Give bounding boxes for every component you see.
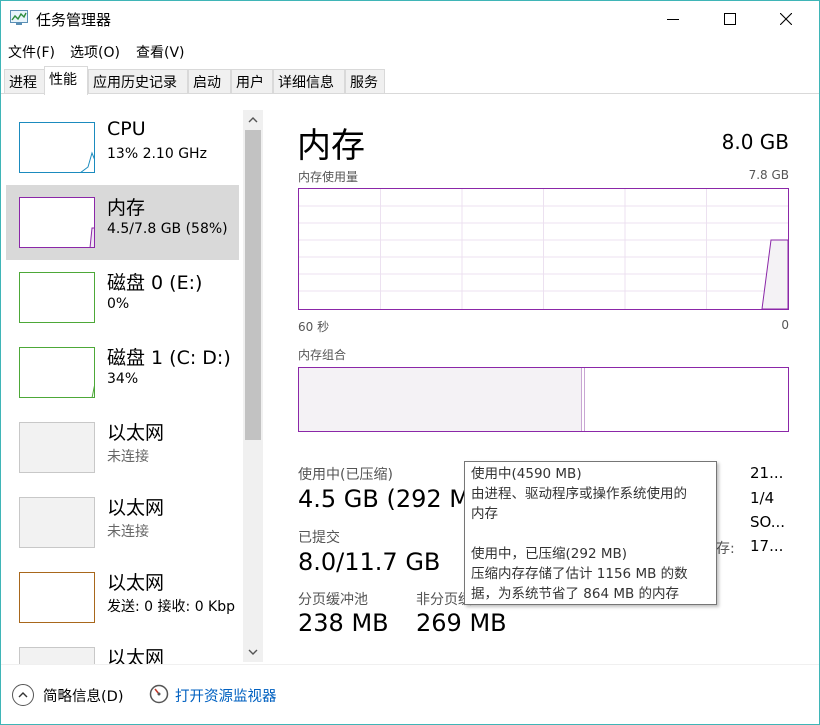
sidebar-item-ethernet-2[interactable]: 以太网 未连接 (6, 485, 239, 560)
bottom-divider (0, 664, 820, 665)
memory-usage-graph (298, 188, 789, 310)
tab-services[interactable]: 服务 (345, 69, 385, 94)
sidebar-item-subtitle: 13% 2.10 GHz (107, 146, 207, 162)
sidebar-item-title: 磁盘 1 (C: D:) (107, 347, 231, 369)
in-use-value: 4.5 GB (292 M (298, 485, 470, 513)
disk1-thumbnail (19, 347, 95, 398)
axis-right-label: 0 (781, 318, 789, 332)
total-memory: 8.0 GB (721, 130, 789, 154)
axis-left-label: 60 秒 (298, 320, 330, 334)
ethernet-thumbnail (19, 647, 95, 664)
speed-value: 21... (750, 464, 784, 482)
tooltip-line: 使用中，已压缩(292 MB) (471, 546, 628, 562)
menu-file[interactable]: 文件(F) (8, 42, 55, 62)
tooltip-line: 压缩内存存储了估计 1156 MB 的数 (471, 566, 688, 582)
ethernet-thumbnail (19, 422, 95, 473)
tab-bar: 进程 性能 应用历史记录 启动 用户 详细信息 服务 (0, 64, 820, 95)
committed-label: 已提交 (298, 530, 340, 546)
sidebar-item-title: CPU (107, 118, 146, 140)
maximize-button[interactable] (707, 0, 753, 38)
sidebar-item-title: 以太网 (107, 422, 165, 444)
title-bar: 任务管理器 (0, 0, 820, 38)
menu-view[interactable]: 查看(V) (136, 42, 185, 62)
menu-bar: 文件(F) 选项(O) 查看(V) (0, 38, 820, 64)
sidebar-item-title: 以太网 (107, 497, 165, 519)
memory-tooltip: 使用中(4590 MB) 由进程、驱动程序或操作系统使用的 内存 使用中，已压缩… (464, 461, 717, 605)
committed-value: 8.0/11.7 GB (298, 548, 441, 576)
open-resource-monitor-link[interactable]: 打开资源监视器 (175, 685, 277, 706)
compose-label: 内存组合 (298, 348, 347, 362)
tab-app-history[interactable]: 应用历史记录 (88, 69, 188, 94)
memory-thumbnail (19, 197, 95, 248)
reserved-label: 存: (716, 541, 735, 557)
sidebar-item-title: 内存 (107, 197, 146, 219)
nonpaged-pool-value: 269 MB (416, 609, 507, 637)
sidebar-item-ethernet-3[interactable]: 以太网 发送: 0 接收: 0 Kbp (6, 560, 239, 635)
chevron-up-icon[interactable] (12, 684, 34, 706)
form-factor-value: SO... (750, 513, 786, 531)
sidebar-item-title: 以太网 (107, 572, 165, 594)
close-button[interactable] (763, 0, 809, 38)
sidebar-item-subtitle: 34% (107, 371, 139, 387)
sidebar-item-ethernet-1[interactable]: 以太网 未连接 (6, 410, 239, 485)
tab-startup[interactable]: 启动 (188, 69, 231, 94)
bottom-bar: 简略信息(D) 打开资源监视器 (0, 664, 820, 725)
tooltip-line: 由进程、驱动程序或操作系统使用的 (471, 486, 687, 502)
tab-details[interactable]: 详细信息 (273, 69, 345, 94)
reserved-value: 17... (750, 537, 784, 555)
tooltip-line: 使用中(4590 MB) (471, 466, 582, 482)
resource-monitor-icon[interactable] (149, 684, 169, 704)
slots-value: 1/4 (750, 489, 775, 507)
minimize-button[interactable] (650, 0, 696, 38)
tooltip-line (471, 524, 716, 544)
ethernet-thumbnail (19, 572, 95, 623)
sidebar-item-ethernet-4[interactable]: 以太网 (6, 635, 239, 664)
sidebar-scrollbar[interactable] (243, 110, 263, 662)
tooltip-line: 内存 (471, 506, 498, 522)
page-title: 内存 (297, 126, 365, 166)
ethernet-thumbnail (19, 497, 95, 548)
sidebar-item-disk-0[interactable]: 磁盘 0 (E:) 0% (6, 260, 239, 335)
resource-sidebar: CPU 13% 2.10 GHz 内存 4.5/7.8 GB (58%) 磁盘 … (0, 94, 268, 664)
cpu-thumbnail (19, 122, 95, 173)
sidebar-item-cpu[interactable]: CPU 13% 2.10 GHz (6, 110, 239, 185)
sidebar-item-title: 以太网 (107, 647, 165, 664)
in-use-label: 使用中(已压缩) (298, 467, 393, 483)
task-manager-icon (10, 10, 28, 25)
minimize-icon (667, 19, 679, 20)
maximize-icon (724, 13, 736, 25)
sidebar-item-memory[interactable]: 内存 4.5/7.8 GB (58%) (6, 185, 239, 260)
tooltip-line: 据，为系统节省了 864 MB 的内存 (471, 586, 680, 602)
memory-composition-bar (298, 367, 789, 432)
scroll-up-icon[interactable] (247, 114, 259, 126)
paged-pool-value: 238 MB (298, 609, 389, 637)
sidebar-item-subtitle: 未连接 (107, 449, 149, 465)
sidebar-item-subtitle: 未连接 (107, 524, 149, 540)
window-title: 任务管理器 (36, 11, 112, 29)
sidebar-item-subtitle: 4.5/7.8 GB (58%) (107, 221, 228, 237)
usage-max: 7.8 GB (748, 168, 789, 182)
sidebar-item-subtitle: 0% (107, 296, 130, 312)
paged-pool-label: 分页缓冲池 (298, 592, 368, 608)
fewer-details-button[interactable]: 简略信息(D) (43, 685, 123, 706)
close-icon (780, 13, 792, 25)
menu-options[interactable]: 选项(O) (70, 42, 120, 62)
sidebar-item-disk-1[interactable]: 磁盘 1 (C: D:) 34% (6, 335, 239, 410)
tab-performance[interactable]: 性能 (44, 66, 88, 95)
scroll-down-icon[interactable] (247, 646, 259, 658)
scroll-thumb[interactable] (245, 130, 261, 440)
tab-processes[interactable]: 进程 (4, 69, 45, 94)
tab-users[interactable]: 用户 (231, 69, 273, 94)
disk0-thumbnail (19, 272, 95, 323)
sidebar-item-title: 磁盘 0 (E:) (107, 272, 203, 294)
sidebar-item-subtitle: 发送: 0 接收: 0 Kbp (107, 599, 236, 615)
usage-label: 内存使用量 (298, 170, 359, 184)
